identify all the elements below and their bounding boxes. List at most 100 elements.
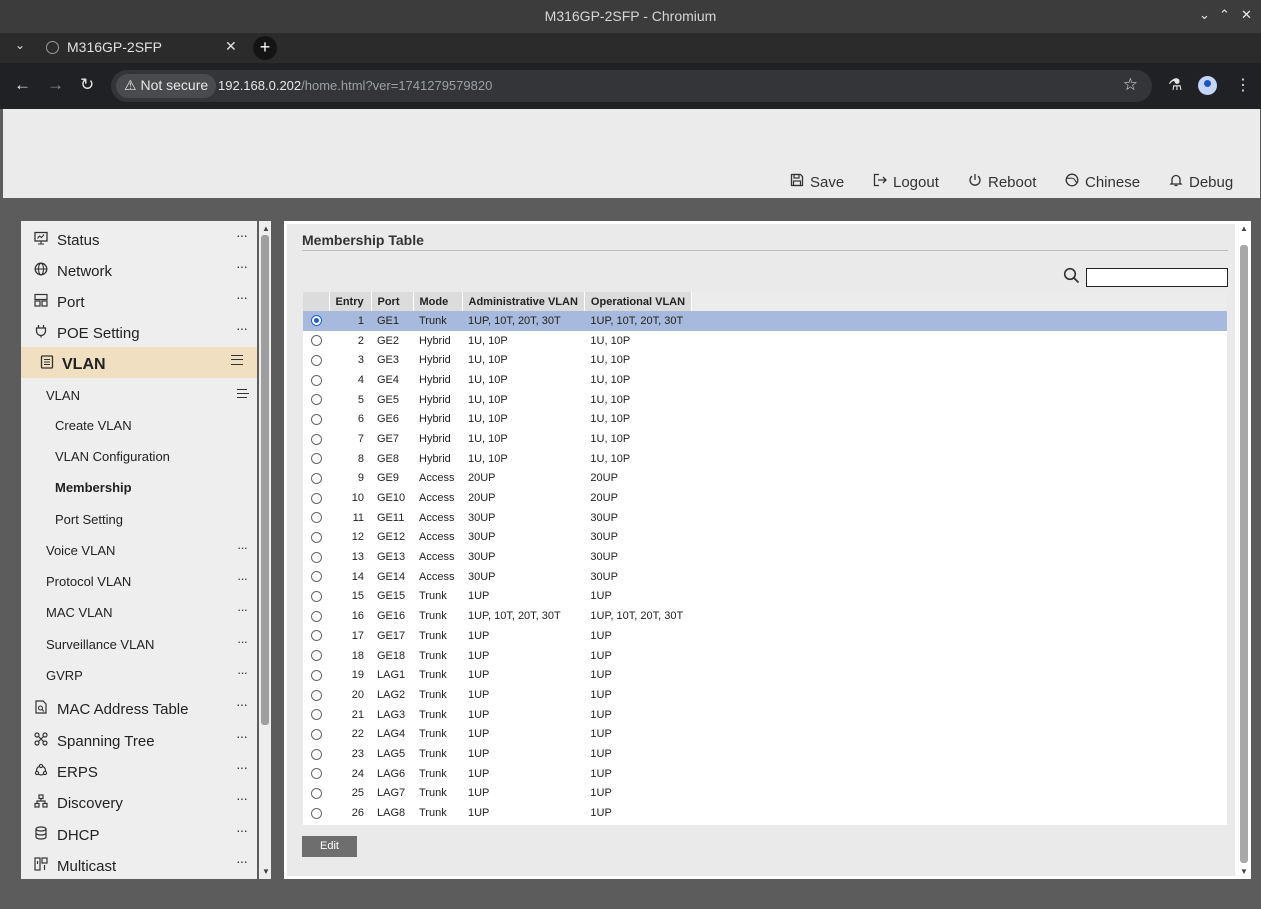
sidebar-sub-voice-vlan[interactable]: Voice VLAN ··· <box>21 534 257 564</box>
scroll-up-arrow-icon[interactable]: ▲ <box>262 224 270 233</box>
table-row[interactable]: 2 GE2 Hybrid 1U, 10P 1U, 10P <box>303 331 1227 351</box>
radio-button[interactable] <box>310 650 322 662</box>
sidebar-sub-mac-vlan[interactable]: MAC VLAN ··· <box>21 596 257 626</box>
radio-button[interactable] <box>310 551 322 563</box>
table-row[interactable]: 25 LAG7 Trunk 1UP 1UP <box>303 784 1227 804</box>
sidebar-item-network[interactable]: Network ··· <box>21 254 257 284</box>
menu-lines-icon[interactable] <box>231 355 243 365</box>
forward-arrow-icon[interactable]: → <box>47 75 64 95</box>
table-row[interactable]: 13 GE13 Access 30UP 30UP <box>303 547 1227 567</box>
radio-button[interactable] <box>310 728 322 740</box>
table-row[interactable]: 6 GE6 Hybrid 1U, 10P 1U, 10P <box>303 409 1227 429</box>
profile-avatar-icon[interactable] <box>1198 76 1217 95</box>
sidebar-item-vlan[interactable]: VLAN <box>21 347 257 378</box>
sidebar-item-status[interactable]: Status ··· <box>21 223 257 253</box>
sidebar-scrollbar[interactable]: ▲ ▼ <box>259 221 271 879</box>
radio-button[interactable] <box>310 591 322 603</box>
table-row[interactable]: 3 GE3 Hybrid 1U, 10P 1U, 10P <box>303 350 1227 370</box>
bookmark-star-icon[interactable]: ☆ <box>1123 75 1138 95</box>
table-row[interactable]: 16 GE16 Trunk 1UP, 10T, 20T, 30T 1UP, 10T, 2… <box>303 606 1227 626</box>
radio-button[interactable] <box>310 787 322 799</box>
sidebar-sub-surveillance-vlan[interactable]: Surveillance VLAN ··· <box>21 628 257 658</box>
radio-button[interactable] <box>310 768 322 780</box>
table-row[interactable]: 22 LAG4 Trunk 1UP 1UP <box>303 724 1227 744</box>
more-dots-icon[interactable]: ··· <box>236 696 248 712</box>
tab-close-icon[interactable]: ✕ <box>225 38 237 55</box>
table-row[interactable]: 26 LAG8 Trunk 1UP 1UP <box>303 803 1227 823</box>
column-header-mode[interactable]: Mode <box>413 292 463 311</box>
column-header-operational-vlan[interactable]: Operational VLAN <box>584 292 693 311</box>
radio-button[interactable] <box>310 413 322 425</box>
search-icon[interactable] <box>1063 267 1080 284</box>
sidebar-sub-create-vlan[interactable]: Create VLAN <box>21 409 257 439</box>
table-row[interactable]: 12 GE12 Access 30UP 30UP <box>303 528 1227 548</box>
sidebar-sub-vlan-configuration[interactable]: VLAN Configuration <box>21 440 257 470</box>
radio-button[interactable] <box>310 433 322 445</box>
sidebar-scroll-thumb[interactable] <box>261 235 269 725</box>
radio-button[interactable] <box>310 748 322 760</box>
menu-kebab-icon[interactable]: ⋮ <box>1235 75 1251 95</box>
table-row[interactable]: 7 GE7 Hybrid 1U, 10P 1U, 10P <box>303 429 1227 449</box>
more-dots-icon[interactable]: ··· <box>236 320 248 336</box>
table-row[interactable]: 14 GE14 Access 30UP 30UP <box>303 567 1227 587</box>
sidebar-item-spanning-tree[interactable]: Spanning Tree ··· <box>21 724 257 754</box>
tab-search-chevron-icon[interactable]: ⌄ <box>15 38 25 52</box>
sidebar-item-discovery[interactable]: Discovery ··· <box>21 786 257 816</box>
more-dots-icon[interactable]: ··· <box>236 728 248 744</box>
sidebar-sub-gvrp[interactable]: GVRP ··· <box>21 659 257 689</box>
radio-button[interactable] <box>310 630 322 642</box>
browser-tab[interactable]: M316GP-2SFP ✕ <box>35 33 245 63</box>
more-dots-icon[interactable]: ··· <box>236 822 248 838</box>
address-bar[interactable]: ⚠ Not secure 192.168.0.202/home.html?ver… <box>111 70 1152 102</box>
scroll-up-arrow-icon[interactable]: ▲ <box>1240 224 1248 233</box>
radio-button[interactable] <box>310 571 322 583</box>
table-row[interactable]: 17 GE17 Trunk 1UP 1UP <box>303 626 1227 646</box>
column-header-administrative-vlan[interactable]: Administrative VLAN <box>462 292 585 311</box>
more-dots-icon[interactable]: ··· <box>237 634 248 649</box>
column-header-port[interactable]: Port <box>371 292 414 311</box>
menu-lines-icon[interactable] <box>237 389 249 398</box>
back-arrow-icon[interactable]: ← <box>14 75 31 95</box>
main-scrollbar[interactable]: ▲ ▼ <box>1237 221 1251 879</box>
sidebar-item-poe-setting[interactable]: POE Setting ··· <box>21 316 257 346</box>
sidebar-item-multicast[interactable]: Multicast ··· <box>21 849 257 879</box>
chinese-button[interactable]: Chinese <box>1065 173 1140 191</box>
more-dots-icon[interactable]: ··· <box>236 227 248 243</box>
radio-button[interactable] <box>310 335 322 347</box>
more-dots-icon[interactable]: ··· <box>237 665 248 680</box>
search-input[interactable] <box>1086 268 1228 287</box>
table-row[interactable]: 5 GE5 Hybrid 1U, 10P 1U, 10P <box>303 390 1227 410</box>
more-dots-icon[interactable]: ··· <box>236 790 248 806</box>
radio-button[interactable] <box>310 492 322 504</box>
sidebar-sub-vlan[interactable]: VLAN <box>21 379 257 409</box>
table-row[interactable]: 4 GE4 Hybrid 1U, 10P 1U, 10P <box>303 370 1227 390</box>
sidebar-item-dhcp[interactable]: DHCP ··· <box>21 818 257 848</box>
radio-button[interactable] <box>310 315 322 327</box>
table-row[interactable]: 8 GE8 Hybrid 1U, 10P 1U, 10P <box>303 449 1227 469</box>
radio-button[interactable] <box>310 512 322 524</box>
sidebar-item-port[interactable]: Port ··· <box>21 285 257 315</box>
url-text[interactable]: 192.168.0.202/home.html?ver=174127957982… <box>218 78 492 93</box>
security-chip[interactable]: ⚠ Not secure <box>116 74 217 98</box>
scroll-down-arrow-icon[interactable]: ▼ <box>1240 867 1248 876</box>
save-button[interactable]: Save <box>790 173 844 191</box>
column-header-entry[interactable]: Entry <box>329 292 372 311</box>
sidebar-item-erps[interactable]: ERPS ··· <box>21 755 257 785</box>
table-row[interactable]: 19 LAG1 Trunk 1UP 1UP <box>303 665 1227 685</box>
minimize-button[interactable]: ⌄ <box>1199 7 1210 23</box>
table-row[interactable]: 20 LAG2 Trunk 1UP 1UP <box>303 685 1227 705</box>
radio-button[interactable] <box>310 709 322 721</box>
table-row[interactable]: 18 GE18 Trunk 1UP 1UP <box>303 646 1227 666</box>
radio-button[interactable] <box>310 669 322 681</box>
sidebar-item-mac-address-table[interactable]: MAC Address Table ··· <box>21 692 257 722</box>
flask-labs-icon[interactable]: ⚗ <box>1168 75 1182 95</box>
table-row[interactable]: 11 GE11 Access 30UP 30UP <box>303 508 1227 528</box>
sidebar-sub-membership[interactable]: Membership <box>21 471 257 501</box>
radio-button[interactable] <box>310 453 322 465</box>
scroll-down-arrow-icon[interactable]: ▼ <box>262 867 270 876</box>
table-row[interactable]: 15 GE15 Trunk 1UP 1UP <box>303 587 1227 607</box>
more-dots-icon[interactable]: ··· <box>236 289 248 305</box>
more-dots-icon[interactable]: ··· <box>237 602 248 617</box>
table-row[interactable]: 1 GE1 Trunk 1UP, 10T, 20T, 30T 1UP, 10T, 20T… <box>303 311 1227 331</box>
more-dots-icon[interactable]: ··· <box>236 853 248 869</box>
